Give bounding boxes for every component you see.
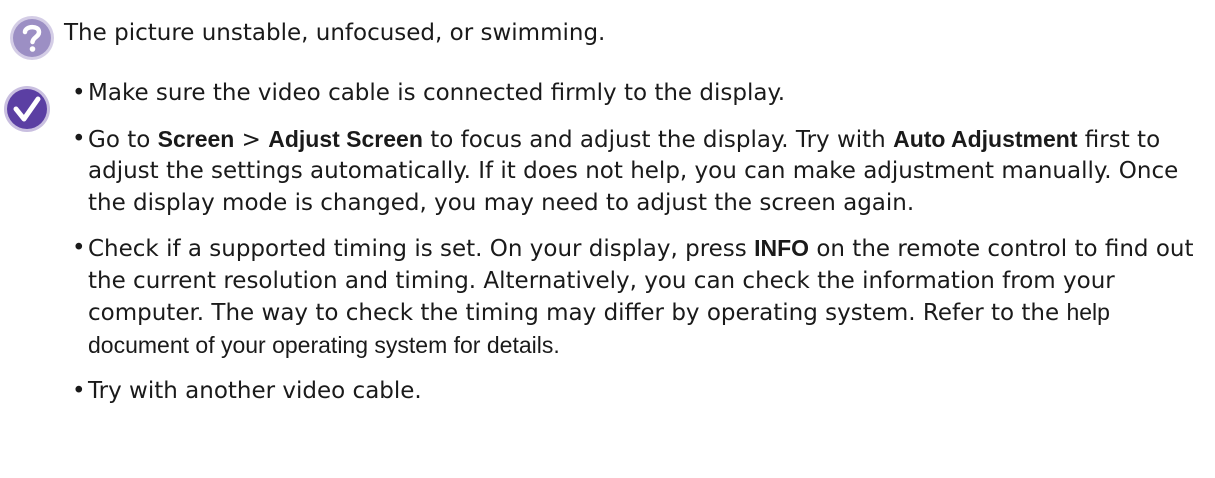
info-button-label: INFO <box>754 235 810 261</box>
list-item: • Go to Screen > Adjust Screen to focus a… <box>72 124 1203 220</box>
bullet-dot: • <box>72 80 86 106</box>
question-icon <box>10 16 54 60</box>
menu-path-auto-adjustment: Auto Adjustment <box>893 125 1078 152</box>
check-icon <box>4 86 50 132</box>
item-text: to focus and adjust the display. Try wit… <box>422 126 894 153</box>
item-text: Try with another video cable. <box>88 378 422 404</box>
item-text: Go to <box>88 126 158 153</box>
bullet-dot: • <box>72 378 86 404</box>
question-text: The picture unstable, unfocused, or swim… <box>64 20 606 46</box>
item-text: Check if a supported timing is set. On y… <box>88 236 755 262</box>
list-item: • Try with another video cable. <box>72 376 1203 408</box>
bullet-dot: • <box>72 235 86 261</box>
question-row: The picture unstable, unfocused, or swim… <box>0 0 1215 64</box>
item-text: > <box>234 126 269 153</box>
bullet-dot: • <box>72 125 86 152</box>
list-item: • Check if a supported timing is set. On … <box>72 233 1203 362</box>
menu-path-adjust-screen: Adjust Screen <box>268 125 423 152</box>
menu-path-screen: Screen <box>157 125 235 152</box>
item-text: Make sure the video cable is connected f… <box>88 80 786 106</box>
answer-list: • Make sure the video cable is connected … <box>72 78 1203 422</box>
list-item: • Make sure the video cable is connected … <box>72 78 1203 110</box>
